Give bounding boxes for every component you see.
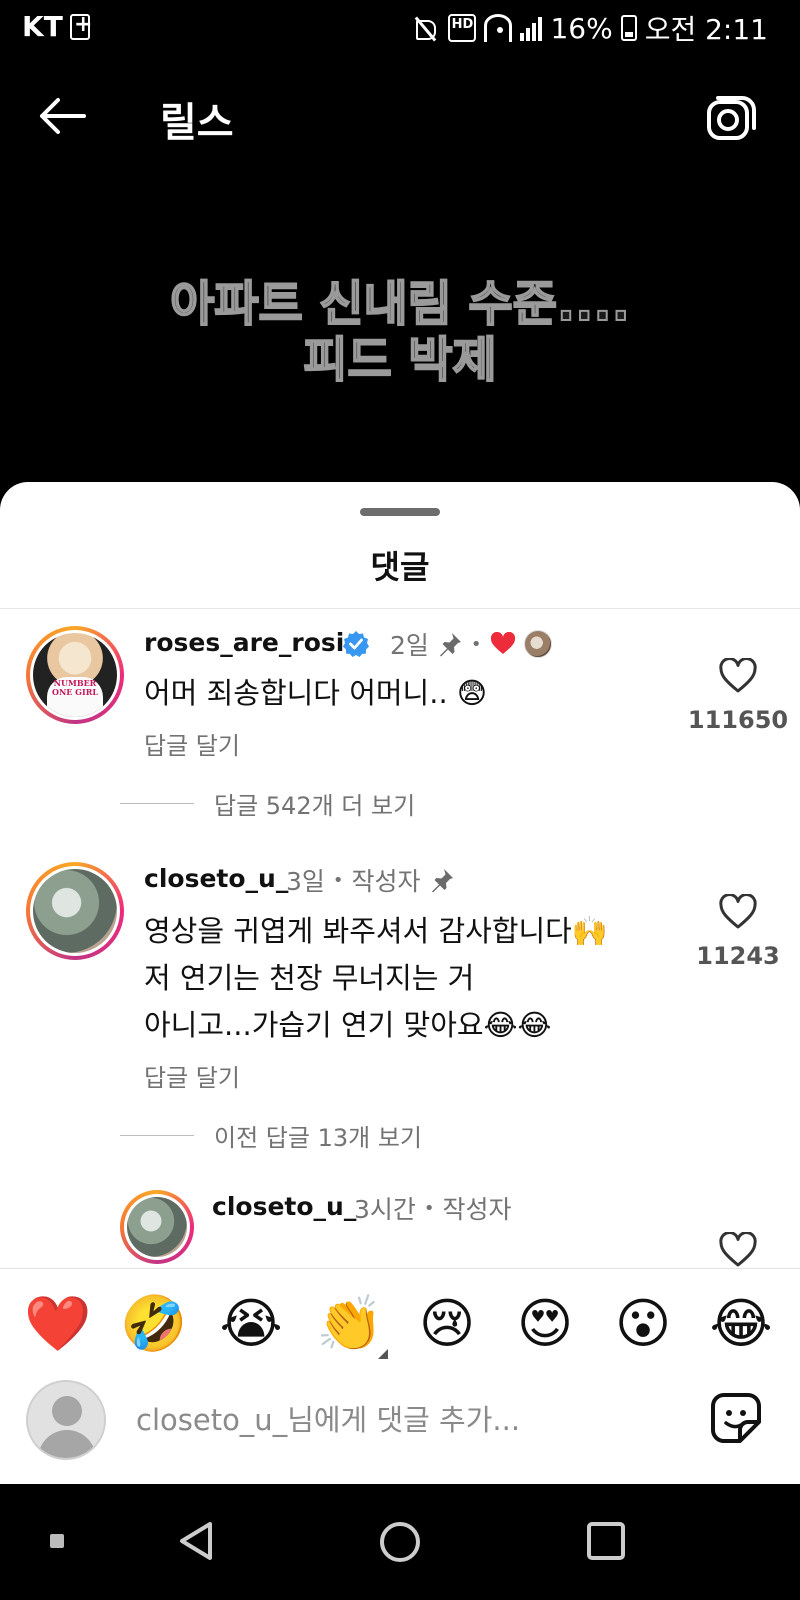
avatar[interactable]: NUMBER ONE GIRL — [26, 626, 124, 724]
comment-meta: 2일 • — [342, 626, 552, 662]
video-caption-line2: 피드 박제 — [302, 331, 497, 389]
arrow-left-icon — [40, 98, 86, 134]
comment-text-line1: 영상을 귀엽게 봐주셔서 감사합니다🙌 — [144, 914, 608, 948]
top-app-bar: 릴스 — [0, 70, 800, 160]
video-caption: 아파트 신내림 수준.... 피드 박제 — [0, 275, 800, 389]
comment-meta: 3시간 • 작성자 — [354, 1190, 512, 1226]
comment-age: 3일 — [286, 867, 325, 896]
like-button[interactable] — [718, 893, 758, 930]
heart-outline-icon — [719, 657, 757, 693]
creator-liked-heart-icon — [490, 632, 515, 654]
like-count: 11243 — [696, 942, 780, 970]
divider — [0, 608, 800, 609]
mute-icon — [412, 14, 440, 42]
reaction-clap[interactable]: 👏 — [316, 1291, 383, 1357]
verified-badge-icon — [343, 631, 369, 657]
author-badge: 작성자 — [442, 1195, 512, 1224]
divider — [120, 1135, 194, 1136]
nav-recents-icon[interactable] — [587, 1522, 625, 1560]
nav-back-icon[interactable] — [176, 1520, 216, 1562]
separator-dot: • — [332, 869, 344, 891]
comment-text-line2: 저 연기는 천장 무너지는 거 — [144, 961, 475, 995]
view-replies-button[interactable]: 답글 542개 더 보기 — [120, 786, 415, 821]
back-button[interactable] — [36, 94, 88, 138]
sticker-icon — [711, 1393, 761, 1443]
avatar-shirt-text: NUMBER ONE GIRL — [51, 678, 98, 697]
like-button[interactable] — [718, 657, 758, 694]
creator-mini-avatar — [523, 630, 552, 658]
reaction-heart-eyes[interactable]: 😍 — [512, 1291, 578, 1357]
reaction-sad[interactable]: 😢 — [414, 1291, 480, 1357]
comment-age: 3시간 — [354, 1195, 416, 1224]
reaction-heart[interactable]: ❤️ — [24, 1291, 91, 1357]
comment-age: 2일 — [390, 631, 429, 660]
comment-composer — [0, 1378, 800, 1484]
separator-dot: • — [423, 1197, 435, 1219]
system-navigation-bar — [0, 1484, 800, 1600]
status-icons: HD 16% 오전 2:11 — [412, 8, 768, 48]
comment-text: 어머 죄송합니다 어머니.. 😨 — [144, 676, 488, 710]
reaction-rofl[interactable]: 🤣 — [120, 1291, 187, 1357]
battery-icon — [620, 15, 637, 41]
signal-icon — [520, 15, 543, 41]
quick-reaction-bar: ❤️ 🤣 😭 👏 😢 😍 😮 😂 — [0, 1268, 800, 1378]
reaction-crying[interactable]: 😭 — [218, 1291, 284, 1357]
nav-indicator-icon — [50, 1534, 64, 1548]
sheet-title: 댓글 — [370, 548, 430, 586]
reply-button[interactable]: 답글 달기 — [144, 726, 240, 761]
current-user-avatar — [26, 1380, 106, 1460]
sticker-button[interactable] — [710, 1392, 762, 1444]
pin-icon — [431, 869, 453, 893]
comment-input[interactable] — [136, 1396, 656, 1444]
view-replies-button[interactable]: 이전 답글 13개 보기 — [120, 1118, 422, 1153]
comment-meta: 3일 • 작성자 — [286, 862, 455, 898]
wifi-icon — [484, 14, 513, 42]
reaction-surprised[interactable]: 😮 — [610, 1291, 676, 1357]
author-badge: 작성자 — [351, 867, 421, 896]
pin-icon — [439, 633, 461, 657]
page-title: 릴스 — [160, 100, 234, 146]
view-replies-label: 이전 답글 13개 보기 — [214, 1124, 422, 1152]
video-caption-line1: 아파트 신내림 수준.... — [169, 275, 631, 333]
comment-username[interactable]: closeto_u_ — [212, 1192, 356, 1221]
camera-button[interactable] — [706, 92, 756, 140]
reply-button[interactable]: 답글 달기 — [144, 1058, 240, 1093]
avatar[interactable] — [120, 1190, 194, 1264]
status-bar: KT HD 16% 오전 2:11 — [0, 0, 800, 56]
view-replies-label: 답글 542개 더 보기 — [214, 792, 416, 820]
comment-text: 영상을 귀엽게 봐주셔서 감사합니다🙌 저 연기는 천장 무너지는 거 아니고.… — [144, 908, 664, 1049]
clock: 오전 2:11 — [644, 13, 768, 46]
plus-icon — [70, 12, 92, 40]
comment-username[interactable]: roses_are_rosie — [144, 628, 361, 657]
heart-outline-icon — [719, 1231, 757, 1267]
nav-home-icon[interactable] — [380, 1522, 420, 1562]
drag-handle[interactable] — [360, 508, 440, 516]
divider — [120, 803, 194, 804]
camera-icon — [707, 96, 756, 140]
separator-dot: • — [470, 633, 482, 655]
reaction-laughing[interactable]: 😂 — [708, 1291, 774, 1357]
like-button[interactable] — [718, 1231, 758, 1268]
avatar[interactable] — [26, 862, 124, 960]
battery-percent: 16% — [550, 11, 613, 45]
reaction-more-indicator — [378, 1349, 388, 1359]
carrier-label: KT — [22, 10, 63, 43]
comment-username[interactable]: closeto_u_ — [144, 864, 288, 893]
comment-text-line3: 아니고...가습기 연기 맞아요😂😂 — [144, 1008, 552, 1042]
heart-outline-icon — [719, 893, 757, 929]
hd-icon: HD — [448, 14, 477, 42]
like-count: 111650 — [687, 706, 789, 734]
